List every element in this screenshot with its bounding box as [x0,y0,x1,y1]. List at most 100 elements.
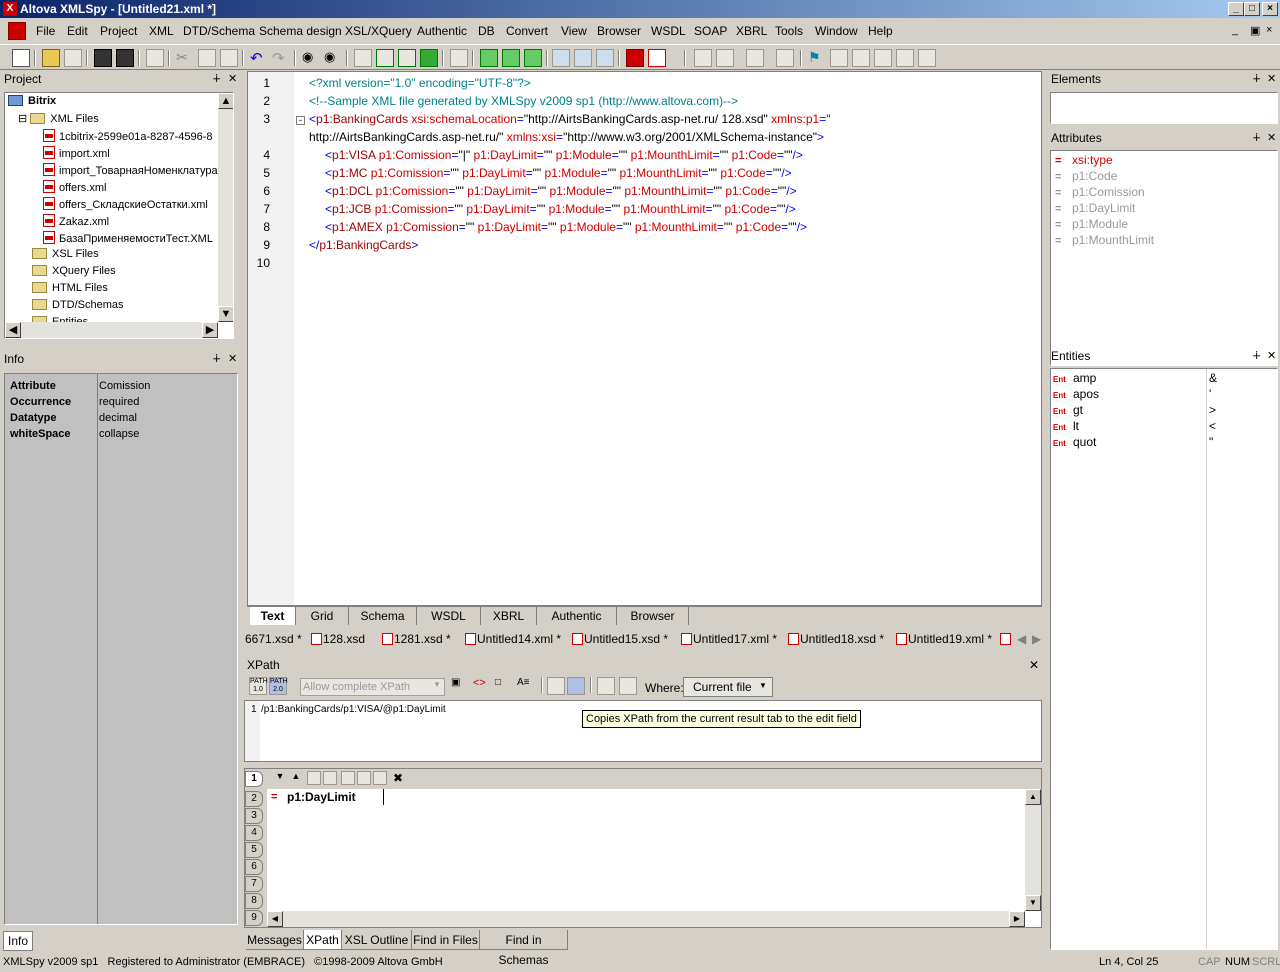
tab-authentic[interactable]: Authentic [537,607,617,625]
xpath-mode-select[interactable]: Allow complete XPath [300,678,445,696]
menu-wsdl[interactable]: WSDL [651,24,686,38]
xquery-execute-icon[interactable] [524,49,542,67]
save-icon[interactable] [94,49,112,67]
result-tab-8[interactable]: 8 [245,893,263,909]
menu-help[interactable]: Help [868,24,893,38]
menu-soap[interactable]: SOAP [694,24,727,38]
doc-tab[interactable]: 1281.xsd * [380,629,451,649]
tab-find-in-files[interactable]: Find in Files [412,930,480,950]
menu-project[interactable]: Project [100,24,137,38]
attribute-item[interactable]: = p1:DayLimit [1055,201,1135,215]
menu-file[interactable]: File [36,24,55,38]
undo-icon[interactable]: ↶ [250,49,268,67]
db-window-icon[interactable] [596,49,614,67]
xpath-1-icon[interactable]: PATH 1.0 [249,677,268,695]
word-wrap-icon[interactable] [776,49,794,67]
scroll-up-arrow[interactable]: ▲ [1025,789,1041,805]
result-tab-2[interactable]: 2 [245,791,263,807]
chevron-down-icon[interactable]: ▼ [759,681,767,690]
menu-dtd-schema[interactable]: DTD/Schema [183,24,255,38]
result-tab-5[interactable]: 5 [245,842,263,858]
tab-wsdl[interactable]: WSDL [417,607,481,625]
close-icon[interactable]: ✕ [1267,130,1276,147]
copy-icon[interactable] [198,49,216,67]
tab-browser[interactable]: Browser [617,607,689,625]
pin-icon[interactable]: ∔ [1252,348,1261,365]
tree-file[interactable]: 1cbitrix-2599e01a-8287-4596-8 [43,129,213,143]
reload-icon[interactable] [64,49,82,67]
pin-icon[interactable]: ∔ [1252,71,1261,88]
menu-window[interactable]: Window [815,24,858,38]
menu-db[interactable]: DB [478,24,495,38]
result-tab-9[interactable]: 9 [245,910,263,926]
tab-scroll-left-icon[interactable]: ◀ [1017,629,1026,649]
find-icon[interactable] [341,771,355,785]
copy-all-icon[interactable] [323,771,337,785]
save-all-icon[interactable] [116,49,134,67]
file-icon[interactable] [648,49,666,67]
result-tab-4[interactable]: 4 [245,825,263,841]
doc-tab[interactable]: Untitled19.xml * [894,629,992,649]
tree-file[interactable]: import_ТоварнаяНоменклатура [43,163,218,177]
tab-xsl-outline[interactable]: XSL Outline [342,930,412,950]
tree-folder[interactable]: DTD/Schemas [32,299,124,311]
tab-xbrl[interactable]: XBRL [481,607,537,625]
attribute-item[interactable]: = p1:MounthLimit [1055,233,1154,247]
close-icon[interactable]: ✕ [1029,657,1039,674]
project-window-icon[interactable] [552,49,570,67]
check-wellformed-icon[interactable] [376,49,394,67]
project-vscrollbar[interactable] [218,93,233,322]
doc-tab[interactable]: Untitled15.xsd * [570,629,668,649]
close-window-button[interactable]: × [1262,2,1278,16]
menu-schema-design[interactable]: Schema design [259,24,342,38]
find-next-icon[interactable]: ◉ [324,49,342,67]
text-icon[interactable]: □ [495,677,513,695]
result-tab-7[interactable]: 7 [245,876,263,892]
xsl-transform-icon[interactable] [480,49,498,67]
doc-tab[interactable]: 6671.xsd * [243,629,302,649]
close-icon[interactable]: ✕ [1267,348,1276,365]
results-vscrollbar[interactable] [1025,789,1041,911]
tab-info[interactable]: Info [3,931,33,951]
attribute-item[interactable]: = xsi:type [1055,153,1113,167]
copy-icon[interactable] [307,771,321,785]
entity-item[interactable]: Ent gt [1053,403,1083,417]
pin-icon[interactable]: ∔ [212,351,221,368]
scroll-right-arrow[interactable]: ▶ [202,322,218,338]
text-view-icon[interactable] [746,49,764,67]
result-item[interactable]: p1:DayLimit [287,790,356,804]
result-tab-6[interactable]: 6 [245,859,263,875]
chevron-down-icon[interactable]: ▼ [433,680,441,689]
menu-edit[interactable]: Edit [67,24,88,38]
copy-xpath-icon[interactable] [567,677,585,695]
redo-icon[interactable]: ↷ [272,49,290,67]
sort-icon[interactable]: A≡ [517,677,535,695]
menu-view[interactable]: View [561,24,587,38]
fold-marker-icon[interactable]: - [296,116,305,125]
print-icon[interactable] [146,49,164,67]
tree-folder[interactable]: XSL Files [32,248,99,260]
menu-tools[interactable]: Tools [775,24,803,38]
tab-schema[interactable]: Schema [349,607,417,625]
pin-icon[interactable]: ∔ [212,71,221,88]
pin-icon[interactable]: ∔ [1252,130,1261,147]
flag-icon[interactable]: ⚑ [808,49,826,67]
spellcheck-icon[interactable] [450,49,468,67]
wsdl-icon[interactable] [694,49,712,67]
schema-icon[interactable] [716,49,734,67]
maximize-button[interactable]: □ [1244,2,1260,16]
xpath-2-icon[interactable]: PATH 2.0 [269,677,288,695]
doc-tab[interactable]: Untitled14.xml * [463,629,561,649]
find-next-icon[interactable] [357,771,371,785]
scroll-up-arrow[interactable]: ▲ [218,93,233,109]
run-all-icon[interactable] [619,677,637,695]
menu-xml[interactable]: XML [149,24,174,38]
tags-icon[interactable]: <> [473,677,491,695]
tab-messages[interactable]: Messages [246,930,304,950]
tree-file[interactable]: БазаПрименяемостиТест.XML [43,231,213,245]
open-icon[interactable] [42,49,60,67]
select-icon[interactable]: ▣ [451,677,469,695]
tab-xpath[interactable]: XPath [304,930,342,950]
find-icon[interactable]: ◉ [302,49,320,67]
format-icon[interactable] [896,49,914,67]
